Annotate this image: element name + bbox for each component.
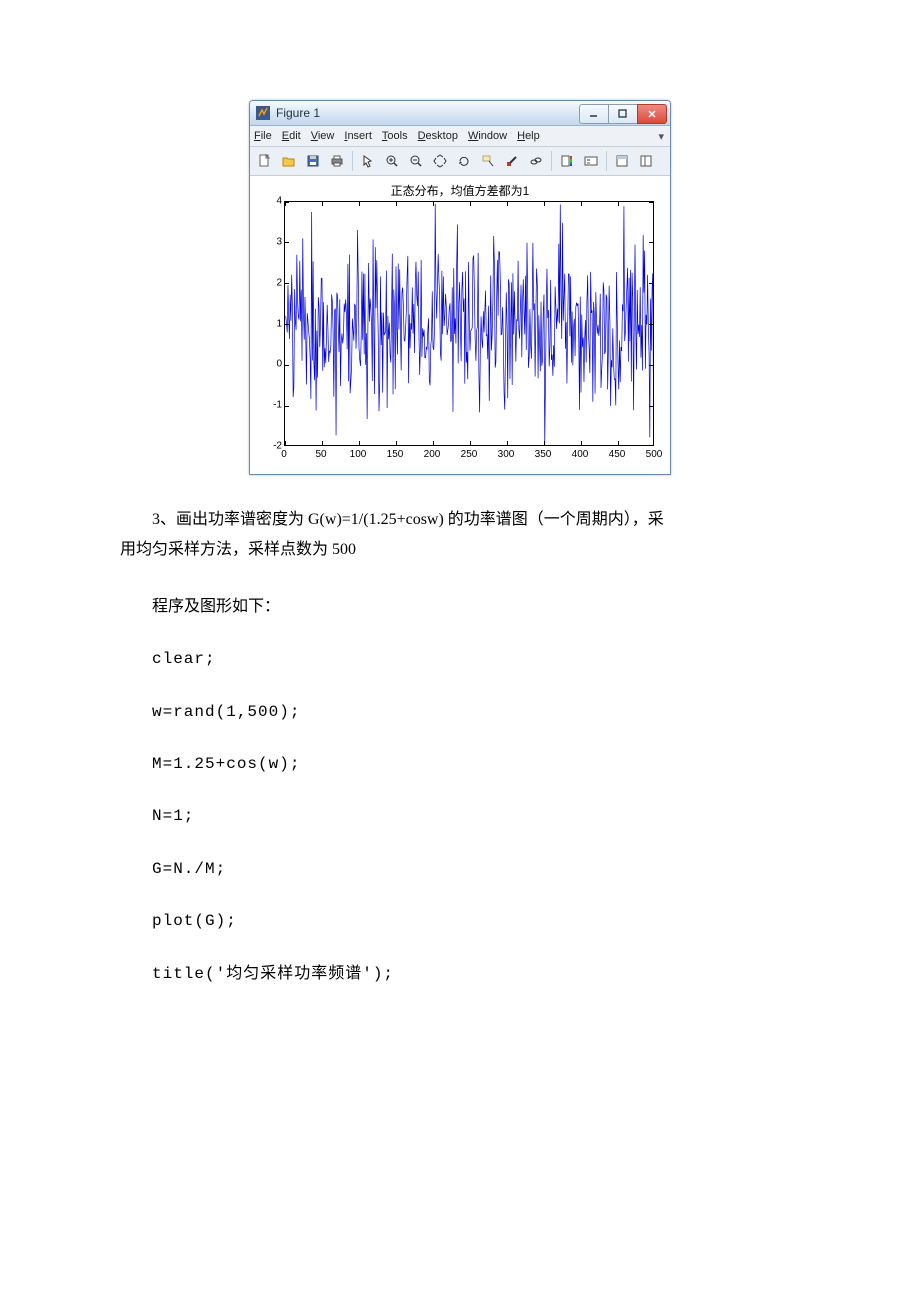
dock-button[interactable]	[635, 150, 657, 172]
pan-icon	[433, 154, 447, 168]
code-line-7: title('均匀采样功率频谱');	[120, 959, 800, 989]
colorbar-icon	[560, 154, 574, 168]
rotate-icon	[457, 154, 471, 168]
pointer-icon	[361, 154, 375, 168]
signal-line	[285, 202, 654, 446]
menu-insert[interactable]: Insert	[344, 130, 372, 142]
code-line-5: G=N./M;	[120, 854, 800, 884]
dock-icon	[639, 154, 653, 168]
code-line-3: M=1.25+cos(w);	[120, 749, 800, 779]
program-header: 程序及图形如下：	[120, 592, 800, 622]
figure-container: Figure 1 File Edit View	[120, 100, 800, 475]
link-button[interactable]	[525, 150, 547, 172]
q3-text-line2: 用均匀采样方法，采样点数为 500	[120, 535, 800, 565]
code-line-4: N=1;	[120, 801, 800, 831]
window-controls	[580, 104, 667, 122]
window-title: Figure 1	[276, 106, 580, 120]
close-icon	[647, 109, 657, 119]
document-body: 3、画出功率谱密度为 G(w)=1/(1.25+cosw) 的功率谱图（一个周期…	[120, 505, 800, 989]
colorbar-button[interactable]	[556, 150, 578, 172]
menu-file[interactable]: File	[254, 130, 272, 142]
print-button[interactable]	[326, 150, 348, 172]
brush-icon	[505, 154, 519, 168]
menu-edit[interactable]: Edit	[282, 130, 301, 142]
code-line-2: w=rand(1,500);	[120, 697, 800, 727]
save-button[interactable]	[302, 150, 324, 172]
axes-frame	[284, 201, 654, 446]
hide-tools-icon	[615, 154, 629, 168]
hide-tools-button[interactable]	[611, 150, 633, 172]
code-line-1: clear;	[120, 644, 800, 674]
y-labels: -2-101234	[262, 201, 282, 446]
open-icon	[282, 154, 296, 168]
q3-text-line1: 3、画出功率谱密度为 G(w)=1/(1.25+cosw) 的功率谱图（一个周期…	[120, 505, 800, 535]
open-button[interactable]	[278, 150, 300, 172]
minimize-icon	[589, 109, 599, 119]
matlab-icon	[255, 105, 271, 121]
new-file-button[interactable]	[254, 150, 276, 172]
zoom-out-icon	[409, 154, 423, 168]
axes-area[interactable]: 正态分布，均值方差都为1 -2-101234 05010015020025030…	[250, 176, 670, 474]
menu-desktop[interactable]: Desktop	[418, 130, 458, 142]
menu-window[interactable]: Window	[468, 130, 507, 142]
plot-title: 正态分布，均值方差都为1	[254, 182, 666, 199]
code-line-6: plot(G);	[120, 906, 800, 936]
zoom-in-icon	[385, 154, 399, 168]
pan-button[interactable]	[429, 150, 451, 172]
zoom-in-button[interactable]	[381, 150, 403, 172]
new-file-icon	[258, 154, 272, 168]
zoom-out-button[interactable]	[405, 150, 427, 172]
data-cursor-icon	[481, 154, 495, 168]
maximize-button[interactable]	[608, 104, 638, 124]
data-cursor-button[interactable]	[477, 150, 499, 172]
titlebar[interactable]: Figure 1	[250, 101, 670, 126]
close-button[interactable]	[637, 104, 667, 124]
print-icon	[330, 154, 344, 168]
legend-button[interactable]	[580, 150, 602, 172]
maximize-icon	[618, 109, 628, 119]
menu-view[interactable]: View	[311, 130, 335, 142]
rotate-button[interactable]	[453, 150, 475, 172]
toolbar	[250, 147, 670, 176]
matlab-figure-window: Figure 1 File Edit View	[249, 100, 671, 475]
menu-tools[interactable]: Tools	[382, 130, 408, 142]
minimize-button[interactable]	[579, 104, 609, 124]
menu-more-icon[interactable]: ▾	[658, 130, 664, 143]
menubar: File Edit View Insert Tools Desktop Wind…	[250, 126, 670, 147]
pointer-button[interactable]	[357, 150, 379, 172]
menu-help[interactable]: Help	[517, 130, 540, 142]
brush-button[interactable]	[501, 150, 523, 172]
save-icon	[306, 154, 320, 168]
plot-box: -2-101234 050100150200250300350400450500	[284, 201, 656, 446]
x-labels: 050100150200250300350400450500	[284, 449, 656, 463]
legend-icon	[584, 154, 598, 168]
link-icon	[529, 154, 543, 168]
